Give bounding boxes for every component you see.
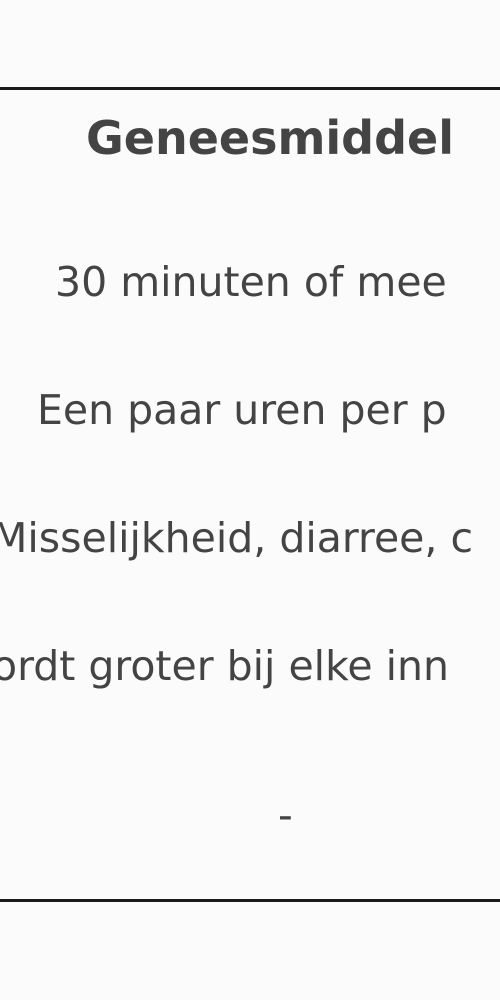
empty-value-dash: - — [278, 791, 293, 839]
tolerance-text: ordt groter bij elke inn — [0, 642, 449, 690]
card-title: Geneesmiddel — [86, 111, 454, 165]
info-card: Geneesmiddel 30 minuten of mee Een paar … — [0, 87, 500, 902]
onset-time-text: 30 minuten of mee — [55, 258, 447, 306]
duration-text: Een paar uren per p — [37, 386, 447, 434]
side-effects-text: Misselijkheid, diarree, c — [0, 514, 474, 562]
